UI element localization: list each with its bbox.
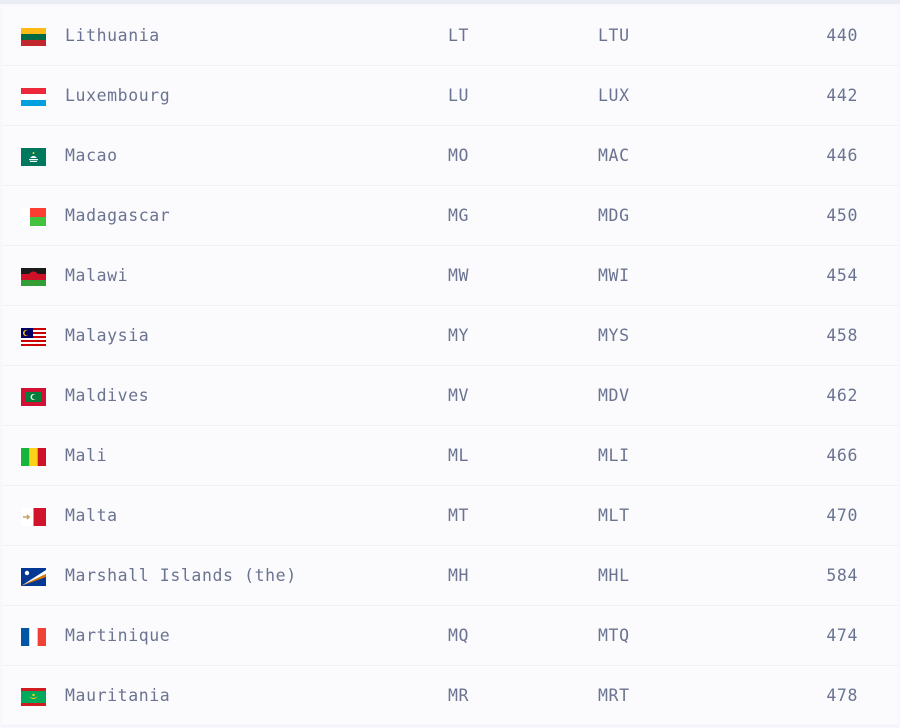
table-row[interactable]: Lithuania LT LTU 440 bbox=[2, 6, 898, 66]
alpha2-code: MW bbox=[448, 266, 470, 285]
alpha2-code: MV bbox=[448, 386, 470, 405]
numeric-code: 454 bbox=[826, 266, 858, 285]
flag-mali-icon bbox=[21, 448, 46, 466]
alpha2-code: MY bbox=[448, 326, 470, 345]
country-name: Malawi bbox=[65, 266, 129, 285]
country-name: Maldives bbox=[65, 386, 150, 405]
table-top-edge bbox=[0, 0, 900, 4]
alpha2-code: MG bbox=[448, 206, 470, 225]
numeric-code: 446 bbox=[826, 146, 858, 165]
flag-malawi-icon bbox=[21, 268, 46, 286]
alpha2-code: MR bbox=[448, 686, 470, 705]
numeric-code: 462 bbox=[826, 386, 858, 405]
alpha3-code: MYS bbox=[598, 326, 630, 345]
numeric-code: 458 bbox=[826, 326, 858, 345]
table-row[interactable]: Luxembourg LU LUX 442 bbox=[2, 66, 898, 126]
numeric-code: 450 bbox=[826, 206, 858, 225]
table-row[interactable]: Maldives MV MDV 462 bbox=[2, 366, 898, 426]
country-name: Macao bbox=[65, 146, 118, 165]
country-name: Martinique bbox=[65, 626, 171, 645]
country-name: Malta bbox=[65, 506, 118, 525]
flag-marshall-islands-icon bbox=[21, 568, 46, 586]
alpha3-code: MDV bbox=[598, 386, 630, 405]
country-name: Mali bbox=[65, 446, 108, 465]
alpha3-code: MRT bbox=[598, 686, 630, 705]
table-row[interactable]: Malawi MW MWI 454 bbox=[2, 246, 898, 306]
alpha3-code: MWI bbox=[598, 266, 630, 285]
country-name: Luxembourg bbox=[65, 86, 171, 105]
numeric-code: 466 bbox=[826, 446, 858, 465]
country-name: Malaysia bbox=[65, 326, 150, 345]
flag-martinique-icon bbox=[21, 628, 46, 646]
alpha2-code: MQ bbox=[448, 626, 470, 645]
country-name: Madagascar bbox=[65, 206, 171, 225]
alpha2-code: ML bbox=[448, 446, 470, 465]
alpha2-code: LU bbox=[448, 86, 470, 105]
country-name: Mauritania bbox=[65, 686, 171, 705]
flag-maldives-icon bbox=[21, 388, 46, 406]
numeric-code: 584 bbox=[826, 566, 858, 585]
alpha3-code: LTU bbox=[598, 26, 630, 45]
alpha2-code: MO bbox=[448, 146, 470, 165]
numeric-code: 442 bbox=[826, 86, 858, 105]
alpha2-code: LT bbox=[448, 26, 470, 45]
alpha3-code: MLT bbox=[598, 506, 630, 525]
table-row[interactable]: Marshall Islands (the) MH MHL 584 bbox=[2, 546, 898, 606]
flag-luxembourg-icon bbox=[21, 88, 46, 106]
country-name: Marshall Islands (the) bbox=[65, 566, 297, 585]
flag-macao-icon bbox=[21, 148, 46, 166]
alpha3-code: LUX bbox=[598, 86, 630, 105]
numeric-code: 440 bbox=[826, 26, 858, 45]
flag-malaysia-icon bbox=[21, 328, 46, 346]
alpha3-code: MLI bbox=[598, 446, 630, 465]
table-row[interactable]: Martinique MQ MTQ 474 bbox=[2, 606, 898, 666]
alpha3-code: MAC bbox=[598, 146, 630, 165]
flag-mauritania-icon bbox=[21, 688, 46, 706]
table-row[interactable]: Madagascar MG MDG 450 bbox=[2, 186, 898, 246]
alpha3-code: MDG bbox=[598, 206, 630, 225]
table-row[interactable]: Mauritania MR MRT 478 bbox=[2, 666, 898, 726]
alpha3-code: MTQ bbox=[598, 626, 630, 645]
country-name: Lithuania bbox=[65, 26, 160, 45]
alpha2-code: MH bbox=[448, 566, 470, 585]
alpha2-code: MT bbox=[448, 506, 470, 525]
flag-madagascar-icon bbox=[21, 208, 46, 226]
table-row[interactable]: Macao MO MAC 446 bbox=[2, 126, 898, 186]
alpha3-code: MHL bbox=[598, 566, 630, 585]
flag-lithuania-icon bbox=[21, 28, 46, 46]
table-row[interactable]: Mali ML MLI 466 bbox=[2, 426, 898, 486]
numeric-code: 470 bbox=[826, 506, 858, 525]
flag-malta-icon bbox=[21, 508, 46, 526]
country-codes-table: Lithuania LT LTU 440 Luxembourg LU LUX 4… bbox=[0, 0, 900, 728]
numeric-code: 478 bbox=[826, 686, 858, 705]
table-row[interactable]: Malta MT MLT 470 bbox=[2, 486, 898, 546]
numeric-code: 474 bbox=[826, 626, 858, 645]
table-row[interactable]: Malaysia MY MYS 458 bbox=[2, 306, 898, 366]
